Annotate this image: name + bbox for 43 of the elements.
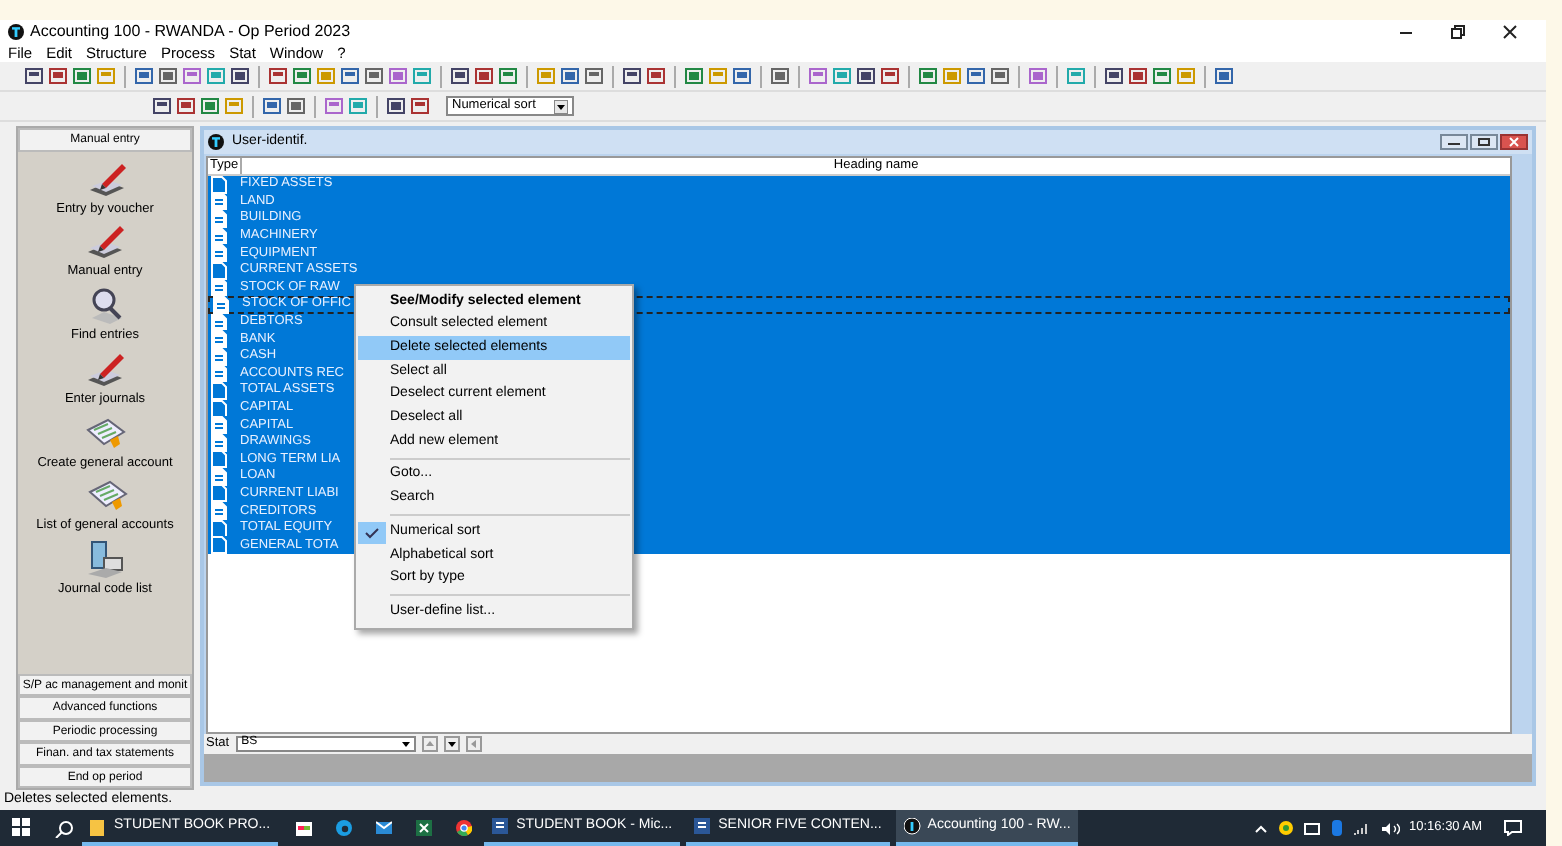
- document-icon: [694, 817, 713, 835]
- document-icon: [212, 295, 230, 314]
- browser-icon[interactable]: [336, 820, 353, 836]
- battery-icon[interactable]: [1303, 821, 1321, 835]
- chevron-icon[interactable]: [1253, 823, 1267, 833]
- window-title: Accounting 100 - RWANDA - Op Period 2023: [30, 22, 351, 42]
- mail-icon[interactable]: [376, 820, 393, 836]
- tool-icon[interactable]: [1152, 66, 1172, 86]
- spreadsheet-icon: [82, 413, 127, 452]
- close-button[interactable]: [1502, 24, 1518, 40]
- tool-icon[interactable]: [584, 66, 604, 86]
- signal-icon[interactable]: [1351, 821, 1369, 835]
- folder-icon: [90, 817, 108, 835]
- tool-icon[interactable]: [498, 66, 518, 86]
- restore-button[interactable]: [1470, 134, 1498, 150]
- tool-icon[interactable]: [24, 66, 44, 86]
- windows-icon: [12, 817, 30, 835]
- tool-icon[interactable]: [410, 96, 430, 116]
- down-arrow-button[interactable]: [443, 736, 460, 752]
- app-logo-icon: [903, 817, 922, 835]
- bluetooth-icon[interactable]: [1331, 820, 1341, 836]
- document-icon: [492, 817, 511, 835]
- close-button[interactable]: [1500, 134, 1528, 150]
- app-logo-icon: [8, 24, 24, 40]
- caret-icon: [554, 99, 568, 113]
- restore-button[interactable]: [1450, 24, 1466, 40]
- caret-icon: [399, 738, 412, 750]
- tool-icon[interactable]: [622, 66, 642, 86]
- tool-icon[interactable]: [966, 66, 986, 86]
- tool-icon[interactable]: [340, 66, 360, 86]
- app-logo-icon: [208, 134, 224, 150]
- spreadsheet-icon: [83, 476, 127, 515]
- checkmark-icon: [364, 525, 380, 540]
- tool-icon[interactable]: [152, 96, 172, 116]
- tray-icon[interactable]: [1277, 820, 1293, 836]
- minimize-button[interactable]: [1440, 134, 1468, 150]
- spreadsheet-icon[interactable]: [416, 820, 433, 836]
- tool-icon[interactable]: [880, 66, 900, 86]
- tool-icon[interactable]: [268, 66, 288, 86]
- chrome-icon[interactable]: [456, 820, 473, 836]
- notification-icon[interactable]: [1504, 820, 1522, 836]
- store-icon[interactable]: [296, 820, 313, 836]
- volume-icon[interactable]: [1379, 821, 1399, 835]
